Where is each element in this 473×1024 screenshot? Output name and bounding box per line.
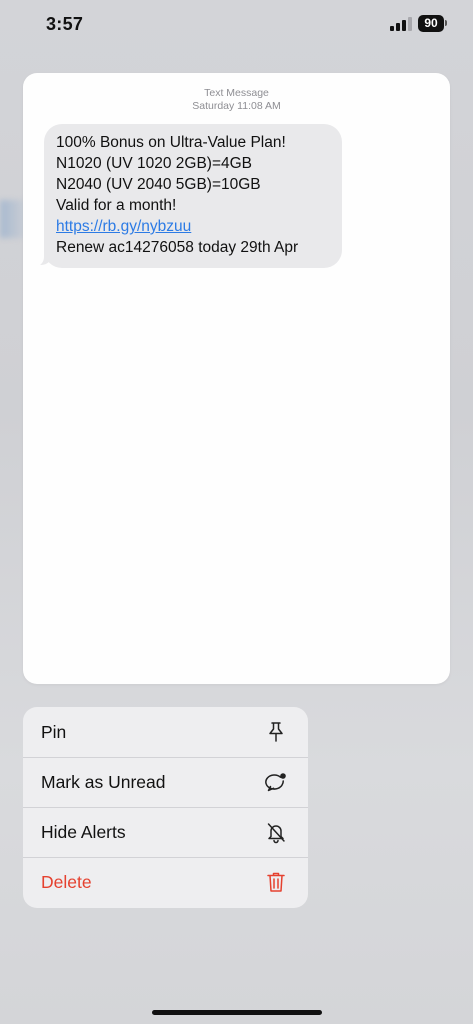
menu-item-delete[interactable]: Delete xyxy=(23,857,308,907)
message-line: 100% Bonus on Ultra-Value Plan! xyxy=(56,134,286,151)
menu-item-label: Pin xyxy=(41,722,67,742)
menu-item-label: Hide Alerts xyxy=(41,822,126,842)
battery-level: 90 xyxy=(424,16,438,30)
status-time: 3:57 xyxy=(46,14,84,34)
message-line: Renew ac14276058 today 29th Apr xyxy=(56,239,299,256)
menu-item-hide-alerts[interactable]: Hide Alerts xyxy=(23,807,308,857)
message-link[interactable]: https://rb.gy/nybzuu xyxy=(56,216,330,237)
message-preview-card[interactable]: Text Message Saturday 11:08 AM 100% Bonu… xyxy=(23,73,450,684)
message-line: N2040 (UV 2040 5GB)=10GB xyxy=(56,176,261,193)
trash-icon xyxy=(267,872,285,892)
message-line: Valid for a month! xyxy=(56,197,177,214)
bell-slash-icon xyxy=(267,823,285,844)
menu-item-mark-unread[interactable]: Mark as Unread xyxy=(23,757,308,807)
signal-bar xyxy=(396,23,400,31)
signal-bar xyxy=(402,20,406,31)
menu-item-label: Mark as Unread xyxy=(41,772,166,792)
message-header: Text Message Saturday 11:08 AM xyxy=(23,87,450,113)
home-indicator[interactable] xyxy=(152,1010,322,1015)
menu-item-pin[interactable]: Pin xyxy=(23,707,308,757)
signal-bar xyxy=(390,26,394,31)
message-timestamp: Saturday 11:08 AM xyxy=(192,100,281,112)
message-bubble[interactable]: 100% Bonus on Ultra-Value Plan! N1020 (U… xyxy=(44,124,342,268)
pin-icon xyxy=(269,722,283,742)
battery-icon: 90 xyxy=(418,15,444,32)
status-bar: 3:57 90 xyxy=(0,0,473,52)
battery-tip xyxy=(445,20,447,26)
context-menu: Pin Mark as Unread Hide Alerts Delete xyxy=(23,707,308,908)
cellular-signal-icon xyxy=(390,17,412,31)
menu-item-label: Delete xyxy=(41,872,92,892)
message-type-label: Text Message xyxy=(204,87,269,99)
message-line: N1020 (UV 1020 2GB)=4GB xyxy=(56,155,253,172)
signal-bar xyxy=(408,17,412,31)
mark-unread-icon xyxy=(265,773,286,792)
